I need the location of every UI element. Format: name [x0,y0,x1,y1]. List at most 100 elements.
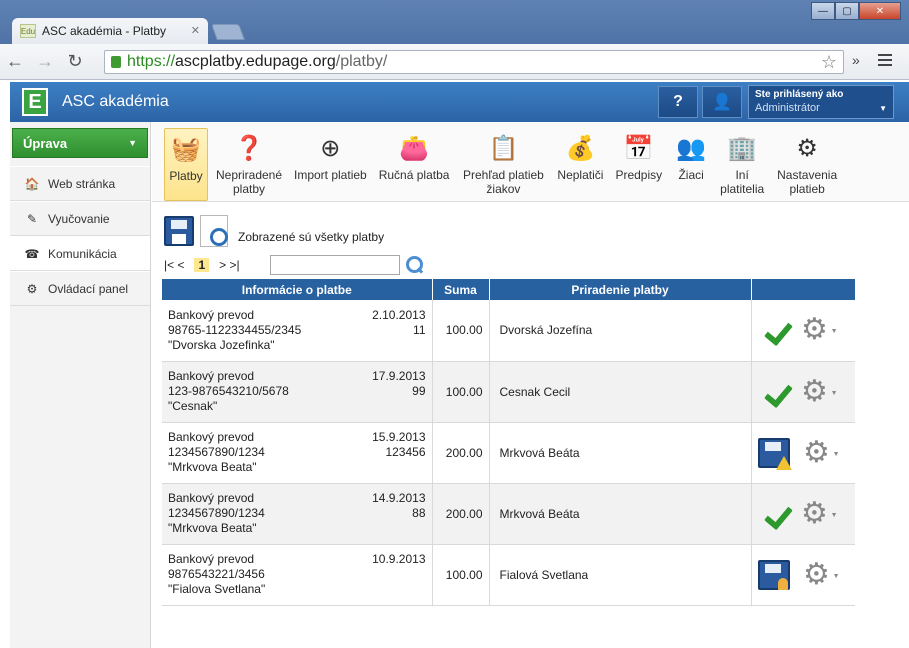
table-row: Bankový prevod 1234567890/1234 "Mrkvova … [162,422,855,484]
payment-sum: 100.00 [431,361,489,423]
payment-vs: 11 [413,322,426,337]
payment-type: Bankový prevod [168,430,255,444]
tab-close-icon[interactable]: ✕ [191,24,200,37]
table-row: Bankový prevod 1234567890/1234 "Mrkvova … [162,483,855,545]
control-panel-icon: ⚙ [26,281,38,296]
sidebar-item-control-panel[interactable]: ⚙ Ovládací panel [10,271,150,306]
ribbon-label: Iní platitelia [720,168,765,196]
back-arrow-icon[interactable]: ← [0,51,30,72]
ribbon-prescriptions-button[interactable]: 📅 Predpisy [611,128,666,201]
ribbon-manual-payment-button[interactable]: 👛 Ručná platba [375,128,454,201]
sidebar: Úprava ▼ 🏠 Web stránka ✎ Vyučovanie ☎ Ko… [10,122,151,648]
ribbon-import-button[interactable]: ⊕ Import platieb [290,128,371,201]
ribbon-unassigned-button[interactable]: ❓ Nepriradené platby [212,128,286,201]
pager-last[interactable]: > >| [219,258,239,272]
col-header-actions [750,279,855,300]
payment-sum: 200.00 [431,422,489,484]
chevron-down-icon: ▼ [830,328,838,336]
row-gear-icon[interactable]: ⚙ ▼ [800,376,837,407]
user-dropdown[interactable]: Ste prihlásený ako Administrátor ▼ [748,85,894,119]
payment-type: Bankový prevod [168,369,255,383]
logged-in-label: Ste prihlásený ako [755,89,844,100]
search-icon[interactable] [404,255,424,275]
table-row: Bankový prevod 9876543221/3456 "Fialova … [162,544,855,606]
save-warning-icon[interactable] [757,437,792,470]
settings-gear-icon: ⚙ [796,135,818,162]
window-controls: — ▢ ✕ [811,2,901,20]
row-gear-icon[interactable]: ⚙ ▼ [800,498,837,529]
payment-sum: 200.00 [431,483,489,545]
overview-icon: 📋 [488,135,519,162]
module-ribbon: 🧺 Platby ❓ Nepriradené platby ⊕ Import p… [152,122,909,202]
payment-actions: ⚙ ▼ [750,361,855,423]
content-toolbar: Zobrazené sú všetky platby [164,215,384,247]
col-header-assignment[interactable]: Priradenie platby [488,279,751,300]
app-header: E ASC akadémia ? 👤 Ste prihlásený ako Ad… [10,82,909,122]
info-text: Zobrazené sú všetky platby [238,230,385,244]
ribbon-nonpayers-button[interactable]: 💰 Neplatiči [553,128,607,201]
row-gear-icon[interactable]: ⚙ ▼ [802,559,839,590]
ribbon-label: Nepriradené platby [215,168,283,196]
ribbon-overview-button[interactable]: 📋 Prehľad platieb žiakov [457,128,549,201]
row-gear-icon[interactable]: ⚙ ▼ [800,315,837,345]
pager-current[interactable]: 1 [194,258,210,272]
payment-date: 17.9.2013 [372,369,426,383]
payment-payer-name: "Cesnak" [168,399,218,413]
payment-date: 15.9.2013 [372,430,426,444]
browser-tab[interactable]: Edu ASC akadémia - Platby ✕ [12,18,208,44]
payment-payer-name: "Dvorska Jozefinka" [168,337,275,352]
sidebar-item-teaching[interactable]: ✎ Vyučovanie [10,201,150,236]
bookmark-star-icon[interactable]: ☆ [821,52,837,73]
address-bar[interactable]: https://ascplatby.edupage.org/platby/ ☆ [104,50,844,74]
pager-first[interactable]: |< < [164,258,184,272]
minimize-button[interactable]: — [811,2,835,20]
col-header-info[interactable]: Informácie o platbe [162,279,432,300]
pager: |< < 1 > >| [164,258,240,272]
payment-date: 14.9.2013 [372,491,426,505]
close-window-button[interactable]: ✕ [859,2,901,20]
chevron-down-icon: ▼ [832,450,840,458]
coins-basket-icon: 🧺 [171,136,201,163]
reload-icon[interactable]: ↻ [60,51,90,72]
user-settings-icon: 👤 [712,94,732,111]
new-tab-button[interactable] [211,24,245,40]
save-icon[interactable] [164,216,194,246]
chevron-down-icon: ▼ [879,104,887,113]
chevron-down-icon: ▼ [830,389,838,397]
edit-menu-button[interactable]: Úprava ▼ [12,128,148,158]
url-path: /platby/ [335,53,388,70]
payments-content: Zobrazené sú všetky platby |< < 1 > >| I… [152,203,909,648]
payment-date: 2.10.2013 [372,307,426,322]
browser-menu-icon[interactable] [878,54,892,69]
sidebar-item-label: Ovládací panel [48,281,129,296]
sidebar-item-label: Web stránka [48,176,116,191]
col-header-sum[interactable]: Suma [431,279,489,300]
assigned-check-icon [758,317,788,343]
search-input[interactable] [270,255,400,275]
sidebar-item-web[interactable]: 🏠 Web stránka [10,166,150,201]
tab-title: ASC akadémia - Platby [42,24,167,38]
house-icon: 🏠 [24,176,40,191]
payment-info: Bankový prevod 9876543221/3456 "Fialova … [162,544,432,606]
extensions-chevron-icon[interactable]: » [852,52,860,68]
ribbon-other-payers-button[interactable]: 🏢 Iní platitelia [716,128,768,201]
search-document-icon[interactable] [200,215,228,247]
maximize-button[interactable]: ▢ [835,2,859,20]
edupage-logo[interactable]: E [22,88,48,116]
row-gear-icon[interactable]: ⚙ ▼ [802,437,839,468]
payment-actions: ⚙ ▼ [750,422,855,484]
save-person-icon[interactable] [757,559,790,590]
user-profile-button[interactable]: 👤 [702,86,742,118]
table-row: Bankový prevod 98765-1122334455/2345 "Dv… [162,300,855,362]
ribbon-payment-settings-button[interactable]: ⚙ Nastavenia platieb [772,128,842,201]
forward-arrow-icon[interactable]: → [30,51,60,72]
ribbon-label: Prehľad platieb žiakov [462,168,544,196]
ribbon-students-button[interactable]: 👥 Žiaci [670,128,712,201]
ribbon-label: Import platieb [294,168,367,182]
payment-sum: 100.00 [431,544,489,606]
payment-vs: 123456 [385,445,426,459]
sidebar-item-communication[interactable]: ☎ Komunikácia [10,236,150,271]
payment-date: 10.9.2013 [372,552,426,566]
help-button[interactable]: ? [658,86,698,118]
ribbon-payments-button[interactable]: 🧺 Platby [164,128,208,201]
